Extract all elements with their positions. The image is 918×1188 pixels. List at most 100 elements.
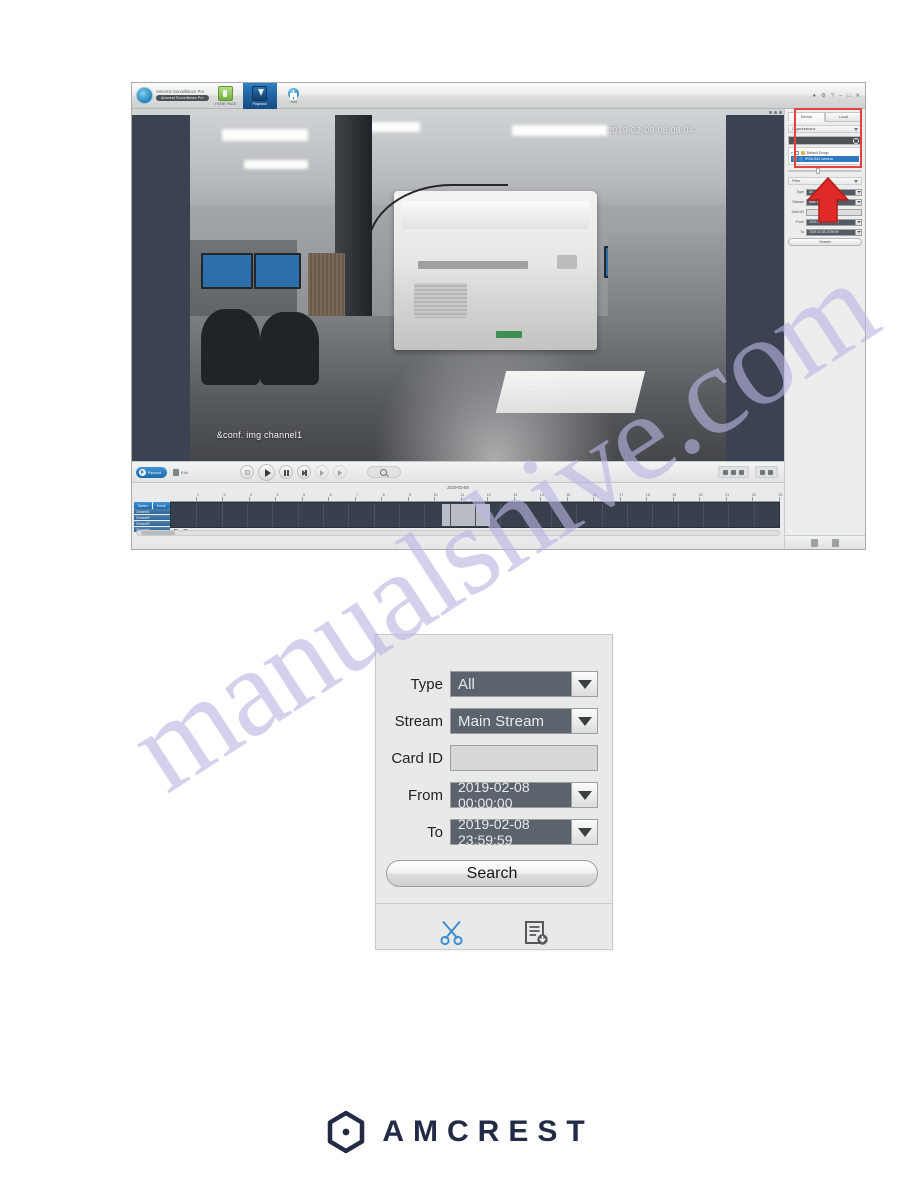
export-report-icon[interactable]: [521, 918, 551, 948]
dialog-row-type[interactable]: Type All: [376, 671, 598, 697]
sidebar-type-dropdown-arrow[interactable]: [856, 188, 862, 196]
play-button[interactable]: [257, 463, 275, 481]
scene-ceiling-light-4: [243, 159, 308, 169]
edit-icon: [172, 468, 179, 476]
timeline-tab-device[interactable]: Device: [134, 502, 152, 509]
slow-button[interactable]: [314, 465, 329, 479]
scene-monitor-2: [254, 253, 302, 289]
tab-playback-label: Playback: [252, 101, 268, 106]
dialog-dropdown-arrow-icon[interactable]: [571, 709, 597, 733]
dialog-row-card-id[interactable]: Card ID: [376, 745, 598, 771]
sidebar-to-dropdown-arrow[interactable]: [856, 228, 862, 236]
next-frame-button[interactable]: [296, 465, 311, 479]
expand-icon[interactable]: ▾: [791, 151, 793, 155]
chevron-down-icon: [854, 179, 858, 183]
dialog-field[interactable]: All: [450, 671, 598, 697]
timeline-hour-tick: 17: [594, 492, 623, 501]
timeline-hour-tick: 16: [568, 492, 597, 501]
timeline-grid-line: [449, 503, 451, 527]
scissors-icon[interactable]: [437, 918, 467, 948]
dialog-search-button[interactable]: Search: [386, 860, 598, 887]
dialog-row-from[interactable]: From 2019-02-08 00:00:00: [376, 779, 598, 811]
annotation-highlight-box: [794, 108, 862, 168]
video-tool-icon-3[interactable]: [779, 110, 782, 114]
timeline-channel-label[interactable]: Channel3: [134, 521, 170, 526]
sidebar-from-dropdown-arrow[interactable]: [856, 218, 862, 226]
timeline-grid-line: [373, 503, 375, 527]
sidebar-field-to[interactable]: To 2019-02-08 23:59:59: [788, 228, 862, 236]
video-tool-icon-2[interactable]: [774, 110, 777, 114]
fast-button[interactable]: [332, 465, 347, 479]
timeline-grid-line: [247, 503, 248, 527]
dialog-field[interactable]: 2019-02-08 23:59:59: [450, 816, 598, 848]
timeline-hour-tick: 22: [727, 492, 756, 501]
dialog-field-value[interactable]: Main Stream: [451, 709, 571, 733]
record-button[interactable]: Record: [136, 466, 167, 478]
dialog-dropdown-arrow-icon[interactable]: [571, 783, 597, 807]
sidebar-search-button[interactable]: Search: [788, 238, 862, 246]
dialog-field-value-text: 2019-02-08 23:59:59: [458, 816, 530, 848]
timeline-grid-line: [728, 503, 730, 527]
video-tool-icon-1[interactable]: [769, 110, 772, 114]
sidebar-stream-dropdown-arrow[interactable]: [856, 198, 862, 206]
dialog-field[interactable]: [450, 745, 598, 771]
export-icon[interactable]: [832, 538, 839, 547]
user-icon[interactable]: ●: [813, 93, 816, 99]
dialog-row-stream[interactable]: Stream Main Stream: [376, 708, 598, 734]
timeline-hour-tick: 13: [488, 492, 517, 501]
sidebar-field-to-value[interactable]: 2019-02-08 23:59:59: [806, 228, 856, 236]
timeline-hour-label: 23: [778, 493, 783, 497]
playback-search-button[interactable]: [366, 466, 401, 478]
timeline-hour-ruler: 1 2 3 4 5 6 7 8 9 10 11 12 13 14 15 16 17 18 19 20 21 22 23: [170, 492, 783, 502]
sidebar-search-button-label: Search: [819, 240, 831, 244]
split-view-icon: [768, 469, 773, 475]
timeline-track[interactable]: [170, 502, 780, 528]
video-player-area[interactable]: 2019-02-08 08:08:04 &conf. img channel1: [132, 109, 784, 461]
clip-icon[interactable]: [811, 538, 818, 547]
close-button[interactable]: ✕: [855, 93, 860, 99]
dialog-dropdown-arrow-icon[interactable]: [571, 820, 597, 844]
timeline-grid-line: [551, 503, 552, 527]
timeline-channel-label[interactable]: Channel2: [134, 515, 170, 520]
playback-timeline[interactable]: 2019-02-08 1 2 3 4 5 6 7 8 9 10 11 12 13 14 15 16 17 18 19…: [132, 483, 784, 543]
annotation-arrow-up-icon: [806, 176, 850, 223]
dialog-row-to[interactable]: To 2019-02-08 23:59:59: [376, 816, 598, 848]
right-sidebar: Device Local Organizations ▾ Default Gro…: [784, 109, 865, 549]
tab-playback[interactable]: Playback: [242, 82, 277, 109]
layout-controls[interactable]: [718, 466, 749, 478]
dialog-dropdown-arrow-icon[interactable]: [571, 672, 597, 696]
timeline-hour-tick: 2: [197, 492, 226, 501]
sidebar-slider[interactable]: [788, 168, 862, 174]
record-icon: [139, 468, 146, 476]
fullscreen-controls[interactable]: [755, 466, 778, 478]
dialog-field[interactable]: 2019-02-08 00:00:00: [450, 779, 598, 811]
stop-button[interactable]: [239, 465, 254, 479]
dialog-field-label: From: [408, 786, 443, 804]
timeline-grid-line: [627, 503, 628, 527]
dialog-field-value[interactable]: All: [451, 672, 571, 696]
sidebar-slider-track[interactable]: [788, 168, 862, 174]
timeline-scrollbar[interactable]: [136, 530, 780, 536]
tab-home-page[interactable]: HOME PAGE: [209, 83, 243, 109]
amcrest-wordmark: AMCREST: [382, 1115, 594, 1148]
dialog-field-label: Type: [410, 675, 443, 693]
dialog-field-value[interactable]: 2019-02-08 00:00:00: [451, 779, 571, 811]
settings-icon[interactable]: ⚙: [821, 93, 826, 99]
dialog-field-value[interactable]: 2019-02-08 23:59:59: [451, 816, 571, 848]
pause-button[interactable]: [278, 465, 293, 479]
timeline-hour-tick: 5: [276, 492, 305, 501]
timeline-hour-tick: 15: [541, 492, 570, 501]
transport-controls: [239, 463, 347, 481]
timeline-tab-event[interactable]: Event: [152, 502, 170, 509]
timeline-channel-label[interactable]: Channel1: [134, 509, 170, 514]
dialog-field-value[interactable]: [451, 746, 597, 770]
edit-button[interactable]: Edit: [172, 468, 188, 476]
dialog-field[interactable]: Main Stream: [450, 708, 598, 734]
tab-add[interactable]: Add: [277, 83, 311, 109]
help-icon[interactable]: ?: [831, 93, 834, 99]
minimize-button[interactable]: –: [839, 93, 842, 99]
timeline-scrollbar-thumb[interactable]: [141, 531, 175, 535]
timeline-date-label: 2019-02-08: [447, 485, 469, 490]
timeline-hour-tick: 18: [621, 492, 650, 501]
maximize-button[interactable]: □: [847, 93, 850, 99]
